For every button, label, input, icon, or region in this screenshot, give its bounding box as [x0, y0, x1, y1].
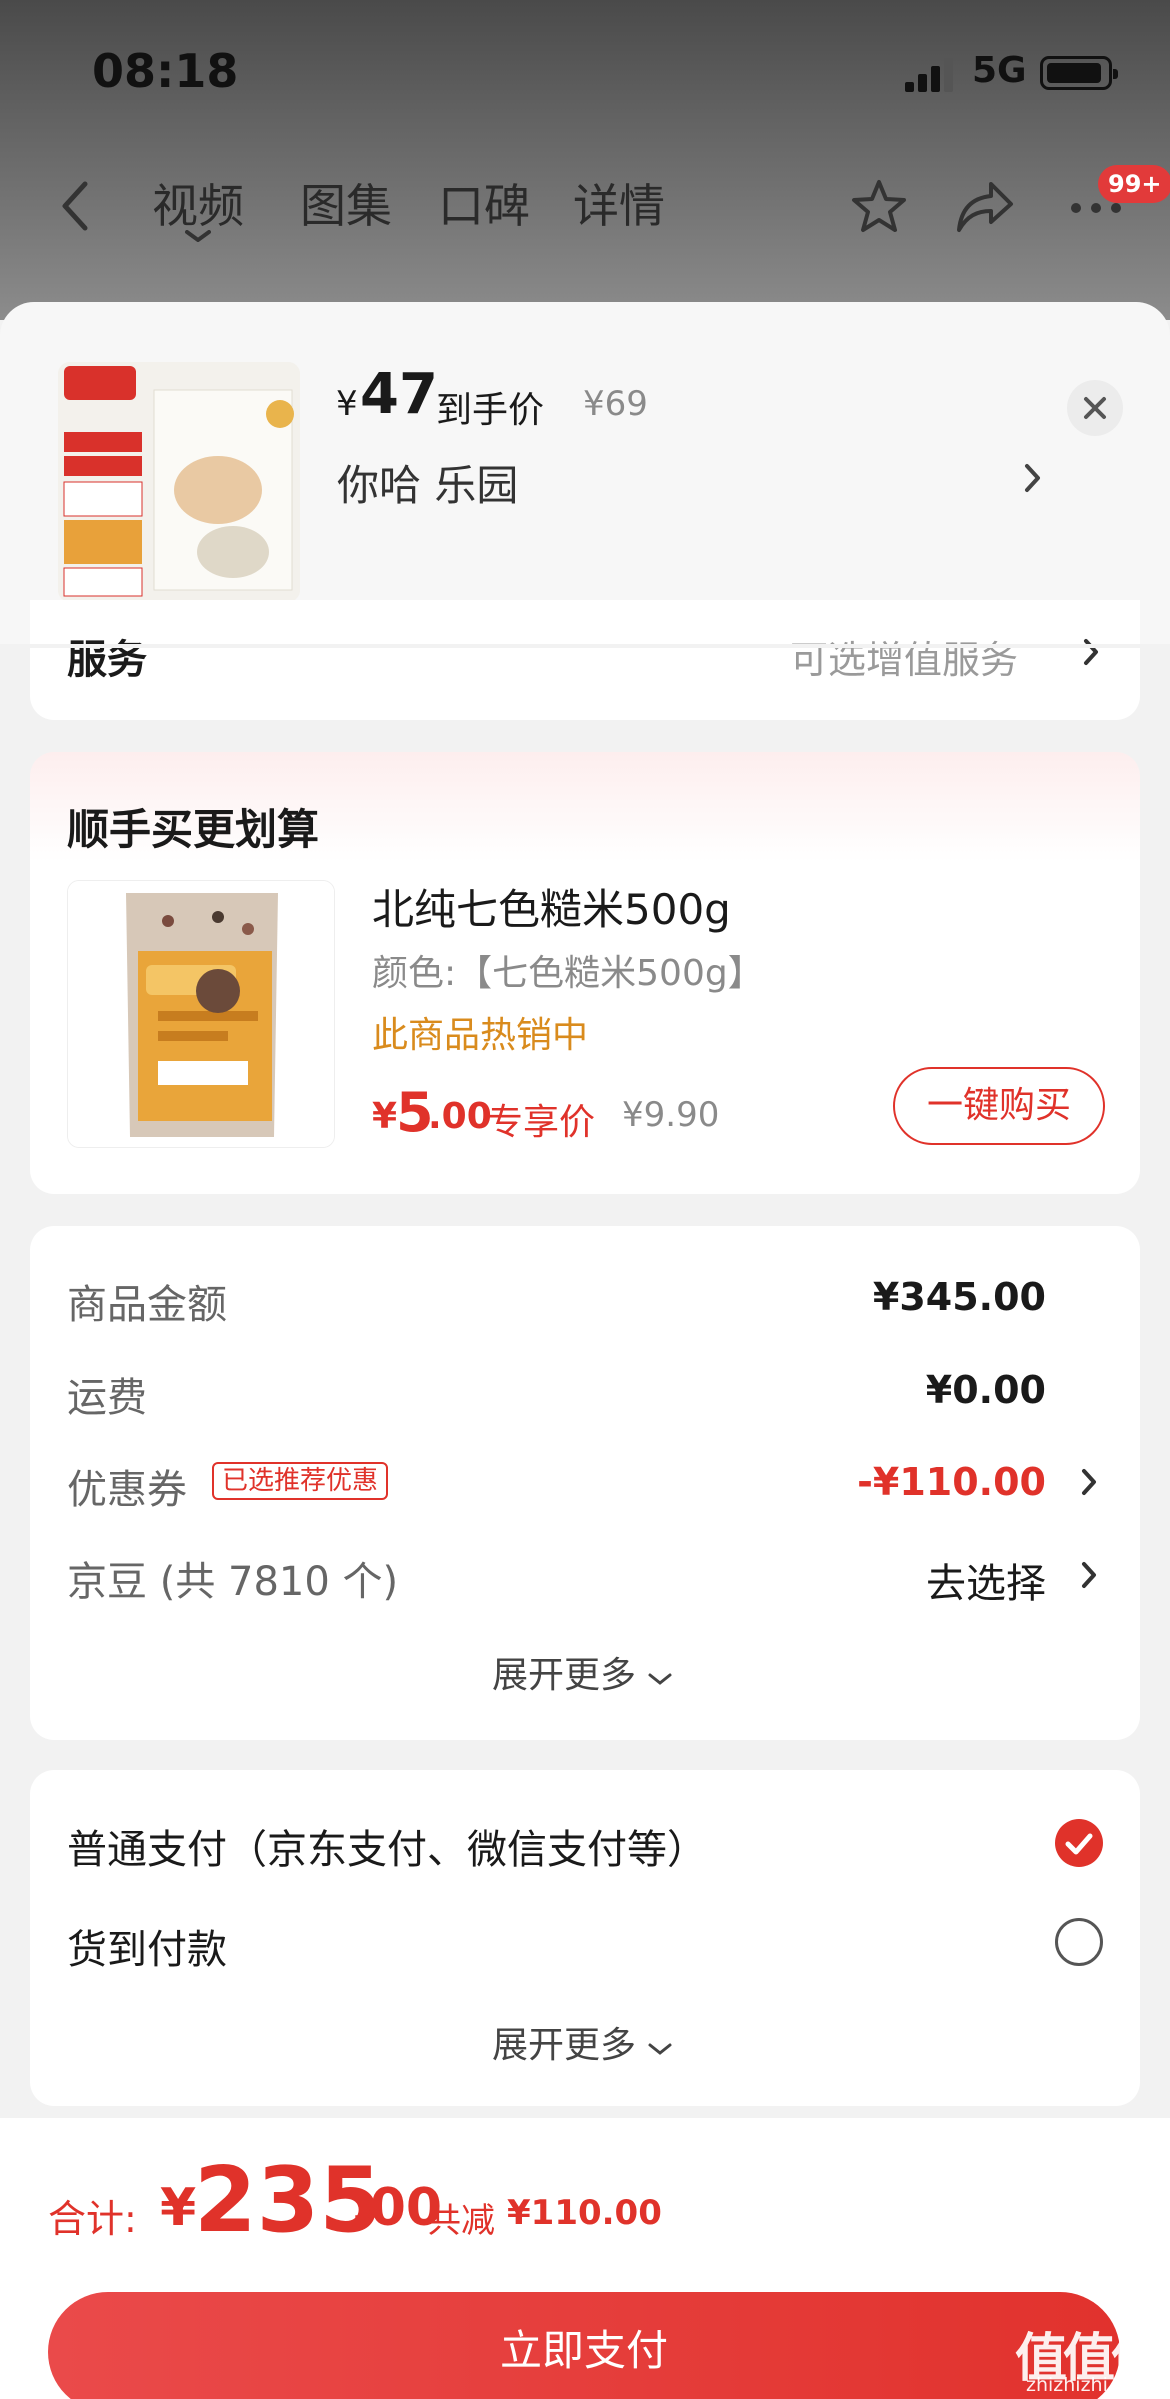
- expand-more-label: 展开更多: [492, 1655, 637, 1696]
- shipping-value: ¥0.00: [925, 1368, 1046, 1412]
- product-original-price: ¥69: [583, 384, 648, 424]
- one-click-buy-button[interactable]: 一键购买: [893, 1067, 1105, 1145]
- payment-radio-selected[interactable]: [1055, 1819, 1103, 1867]
- chevron-down-icon: [648, 1673, 672, 1685]
- upsell-original-price: ¥9.90: [622, 1095, 720, 1135]
- tab-details[interactable]: 详情: [573, 170, 665, 236]
- payment-option-standard[interactable]: 普通支付（京东支付、微信支付等）: [67, 1817, 707, 1875]
- upsell-product-image[interactable]: [67, 880, 335, 1148]
- coupon-label: 优惠券: [67, 1467, 187, 1513]
- watermark-url: zhizhizhi.com: [1026, 2374, 1155, 2396]
- discount-label: 共减: [427, 2201, 495, 2241]
- close-button[interactable]: [1067, 380, 1123, 436]
- share-icon[interactable]: [955, 178, 1015, 236]
- diaper-package-image: [58, 362, 300, 602]
- upsell-product-variant: 颜色:【七色糙米500g】: [372, 953, 764, 994]
- total-label: 合计:: [48, 2197, 137, 2241]
- chevron-right-icon[interactable]: [1082, 637, 1100, 667]
- upsell-price-label: 专享价: [487, 1102, 596, 1143]
- product-price: 47: [360, 362, 438, 427]
- signal-icon: [905, 58, 953, 92]
- product-price-symbol: ¥: [336, 384, 358, 424]
- product-price-label: 到手价: [436, 390, 545, 431]
- jd-beans-value[interactable]: 去选择: [706, 1551, 1046, 1609]
- tab-gallery[interactable]: 图集: [300, 170, 392, 236]
- status-time: 08:18: [92, 44, 239, 98]
- total-symbol: ¥: [160, 2178, 197, 2238]
- rice-bag-image: [68, 881, 334, 1147]
- goods-amount-label: 商品金额: [67, 1282, 227, 1328]
- upsell-title: 顺手买更划算: [67, 805, 320, 854]
- tab-active-indicator: [185, 230, 211, 242]
- check-icon: [1065, 1833, 1093, 1855]
- discount-value: ¥110.00: [507, 2193, 662, 2233]
- product-name[interactable]: 你哈 乐园: [337, 452, 518, 513]
- star-icon[interactable]: [850, 178, 908, 236]
- network-type: 5G: [972, 50, 1027, 91]
- service-title: 服务: [67, 637, 147, 683]
- chevron-right-icon[interactable]: [1022, 460, 1044, 496]
- back-icon[interactable]: [55, 178, 95, 234]
- payment-expand-more[interactable]: 展开更多: [492, 2016, 673, 2068]
- goods-amount-value: ¥345.00: [872, 1275, 1046, 1319]
- tab-reviews[interactable]: 口碑: [438, 170, 530, 236]
- coupon-value[interactable]: -¥110.00: [706, 1460, 1046, 1504]
- service-value[interactable]: 可选增值服务: [790, 629, 1018, 684]
- expand-more-label: 展开更多: [492, 2025, 637, 2066]
- chevron-down-icon: [648, 2043, 672, 2055]
- payment-radio-unselected[interactable]: [1055, 1918, 1103, 1966]
- divider: [0, 644, 1170, 648]
- chevron-right-icon[interactable]: [1080, 1467, 1098, 1497]
- upsell-price-decimal: .00: [428, 1096, 492, 1137]
- jd-beans-label: 京豆 (共 7810 个): [67, 1559, 399, 1605]
- upsell-product-name[interactable]: 北纯七色糙米500g: [372, 876, 731, 937]
- upsell-price-symbol: ¥: [372, 1096, 398, 1137]
- shipping-label: 运费: [67, 1375, 147, 1421]
- coupon-tag: 已选推荐优惠: [212, 1462, 389, 1500]
- message-count-badge: 99+: [1098, 165, 1170, 203]
- summary-expand-more[interactable]: 展开更多: [492, 1646, 673, 1698]
- pay-now-button[interactable]: 立即支付: [48, 2292, 1120, 2399]
- upsell-hot-tag: 此商品热销中: [372, 1015, 589, 1056]
- chevron-right-icon[interactable]: [1080, 1560, 1098, 1590]
- product-image[interactable]: [58, 362, 300, 602]
- tab-video[interactable]: 视频: [152, 170, 244, 236]
- payment-option-cod[interactable]: 货到付款: [67, 1917, 227, 1975]
- close-icon: [1084, 397, 1106, 419]
- battery-icon: [1040, 56, 1118, 90]
